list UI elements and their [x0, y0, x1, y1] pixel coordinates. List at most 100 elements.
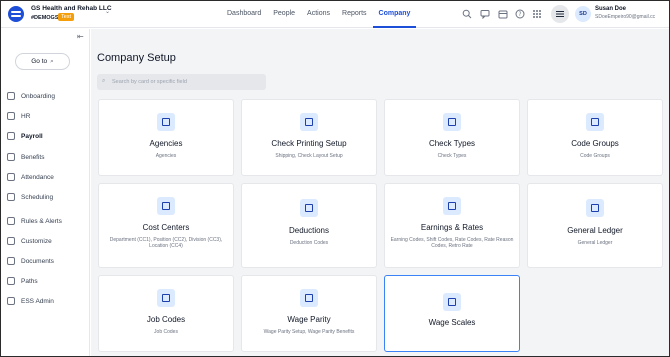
- nav-people[interactable]: People: [267, 1, 301, 28]
- sidebar-item-onboarding[interactable]: Onboarding: [7, 90, 55, 102]
- card-subtitle: Code Groups: [580, 153, 610, 159]
- goto-label: Go to: [31, 58, 48, 65]
- card-icon: [300, 289, 318, 307]
- sidebar-item-ess-admin[interactable]: ESS Admin: [7, 295, 54, 307]
- card-code-groups[interactable]: Code Groups Code Groups: [527, 99, 663, 176]
- grid-icon[interactable]: [532, 9, 542, 19]
- company-switcher-chevron-icon[interactable]: ⌄: [105, 8, 110, 15]
- card-icon: [443, 197, 461, 215]
- card-icon: [157, 289, 175, 307]
- chat-icon[interactable]: [480, 9, 490, 20]
- sidebar-item-label: ESS Admin: [21, 297, 54, 305]
- sidebar-item-label: Benefits: [21, 153, 45, 161]
- sidebar-item-documents[interactable]: Documents: [7, 255, 54, 267]
- card-check-printing-setup[interactable]: Check Printing Setup Shipping, Check Lay…: [241, 99, 377, 176]
- sidebar-item-hr[interactable]: HR: [7, 110, 30, 122]
- card-icon: [300, 199, 318, 217]
- card-icon: [586, 113, 604, 131]
- sidebar-item-label: Paths: [21, 277, 38, 285]
- sidebar-item-rules-alerts[interactable]: Rules & Alerts: [7, 215, 62, 227]
- card-icon: [300, 113, 318, 131]
- sidebar-item-label: Payroll: [21, 132, 43, 140]
- search-icon: ⌕: [102, 78, 106, 84]
- sidebar-item-attendance[interactable]: Attendance: [7, 171, 54, 183]
- card-subtitle: Check Types: [437, 153, 467, 159]
- search-placeholder: Search by card or specific field: [112, 79, 187, 85]
- sidebar-item-label: Customize: [21, 237, 52, 245]
- nav-company[interactable]: Company: [372, 1, 417, 28]
- card-icon: [157, 197, 175, 215]
- card-icon: [157, 113, 175, 131]
- sidebar-item-benefits[interactable]: Benefits: [7, 151, 45, 163]
- nav-dashboard[interactable]: Dashboard: [221, 1, 267, 28]
- search-icon[interactable]: [462, 9, 472, 19]
- card-icon: [443, 293, 461, 311]
- card-deductions[interactable]: Deductions Deduction Codes: [241, 183, 377, 268]
- card-icon: [586, 199, 604, 217]
- sidebar-item-label: Onboarding: [21, 92, 55, 100]
- card-icon: [443, 113, 461, 131]
- ess-admin-icon: [7, 297, 15, 305]
- card-title: Wage Parity: [287, 315, 331, 324]
- card-subtitle: Agencies: [155, 153, 177, 159]
- card-agencies[interactable]: Agencies Agencies: [98, 99, 234, 176]
- sidebar-item-label: Attendance: [21, 173, 54, 181]
- card-title: Code Groups: [571, 139, 619, 148]
- card-subtitle: Earning Codes, Shift Codes, Rate Codes, …: [390, 237, 514, 249]
- card-general-ledger[interactable]: General Ledger General Ledger: [527, 183, 663, 268]
- card-earnings-rates[interactable]: Earnings & Rates Earning Codes, Shift Co…: [384, 183, 520, 268]
- card-wage-scales[interactable]: Wage Scales: [384, 275, 520, 352]
- company-name[interactable]: GS Health and Rehab LLC: [31, 5, 112, 12]
- help-icon[interactable]: ?: [515, 9, 525, 19]
- card-subtitle: Deduction Codes: [289, 240, 329, 246]
- sidebar-item-customize[interactable]: Customize: [7, 235, 52, 247]
- payroll-icon: [7, 132, 15, 140]
- card-title: Cost Centers: [142, 223, 190, 232]
- benefits-icon: [7, 153, 15, 161]
- nav-actions[interactable]: Actions: [301, 1, 336, 28]
- nav-reports[interactable]: Reports: [336, 1, 373, 28]
- sidebar-item-label: Scheduling: [21, 193, 54, 201]
- main-nav: Dashboard People Actions Reports Company: [221, 1, 417, 28]
- sidebar-item-label: HR: [21, 112, 31, 120]
- card-subtitle: General Ledger: [577, 240, 613, 246]
- calendar-icon[interactable]: [498, 9, 508, 19]
- rules-icon: [7, 217, 15, 225]
- sidebar-item-label: Rules & Alerts: [21, 217, 62, 225]
- sidebar-item-label: Documents: [21, 257, 54, 265]
- card-title: Wage Scales: [428, 318, 476, 327]
- card-check-types[interactable]: Check Types Check Types: [384, 99, 520, 176]
- main-content: Company Setup ⌕ Search by card or specif…: [91, 29, 669, 356]
- collapse-sidebar-icon[interactable]: ⇤: [77, 32, 84, 41]
- card-wage-parity[interactable]: Wage Parity Wage Parity Setup, Wage Pari…: [241, 275, 377, 352]
- user-name[interactable]: Susan Doe: [595, 6, 626, 12]
- app-logo-icon[interactable]: [8, 6, 24, 22]
- attendance-icon: [7, 173, 15, 181]
- sidebar-item-payroll[interactable]: Payroll: [7, 130, 43, 142]
- app-frame: GS Health and Rehab LLC #DEMOGS Test ⌄ D…: [0, 0, 670, 357]
- onboarding-icon: [7, 92, 15, 100]
- card-subtitle: Wage Parity Setup, Wage Parity Benefits: [263, 329, 355, 335]
- paths-icon: [7, 277, 15, 285]
- card-title: Check Types: [428, 139, 476, 148]
- search-input[interactable]: ⌕ Search by card or specific field: [97, 74, 266, 90]
- sidebar-item-scheduling[interactable]: Scheduling: [7, 191, 53, 203]
- top-bar: GS Health and Rehab LLC #DEMOGS Test ⌄ D…: [1, 1, 669, 28]
- card-job-codes[interactable]: Job Codes Job Codes: [98, 275, 234, 352]
- card-title: General Ledger: [567, 226, 623, 235]
- customize-icon: [7, 237, 15, 245]
- sidebar-item-paths[interactable]: Paths: [7, 275, 38, 287]
- card-title: Check Printing Setup: [271, 139, 347, 148]
- user-avatar[interactable]: SD: [575, 6, 591, 22]
- goto-button[interactable]: Go to ⌕: [15, 53, 70, 70]
- user-email: SDoeEmpeiro90@gmail.cc: [595, 14, 656, 20]
- svg-text:?: ?: [518, 11, 521, 18]
- card-cost-centers[interactable]: Cost Centers Department (CC1), Position …: [98, 183, 234, 268]
- card-title: Deductions: [288, 226, 330, 235]
- company-code: #DEMOGS: [31, 15, 59, 21]
- scheduling-icon: [7, 193, 15, 201]
- sidebar: ⇤ Go to ⌕ Onboarding HR Payroll Benefits …: [1, 29, 90, 356]
- settings-icon[interactable]: [551, 5, 569, 23]
- environment-badge: Test: [58, 13, 75, 21]
- card-title: Earnings & Rates: [420, 223, 484, 232]
